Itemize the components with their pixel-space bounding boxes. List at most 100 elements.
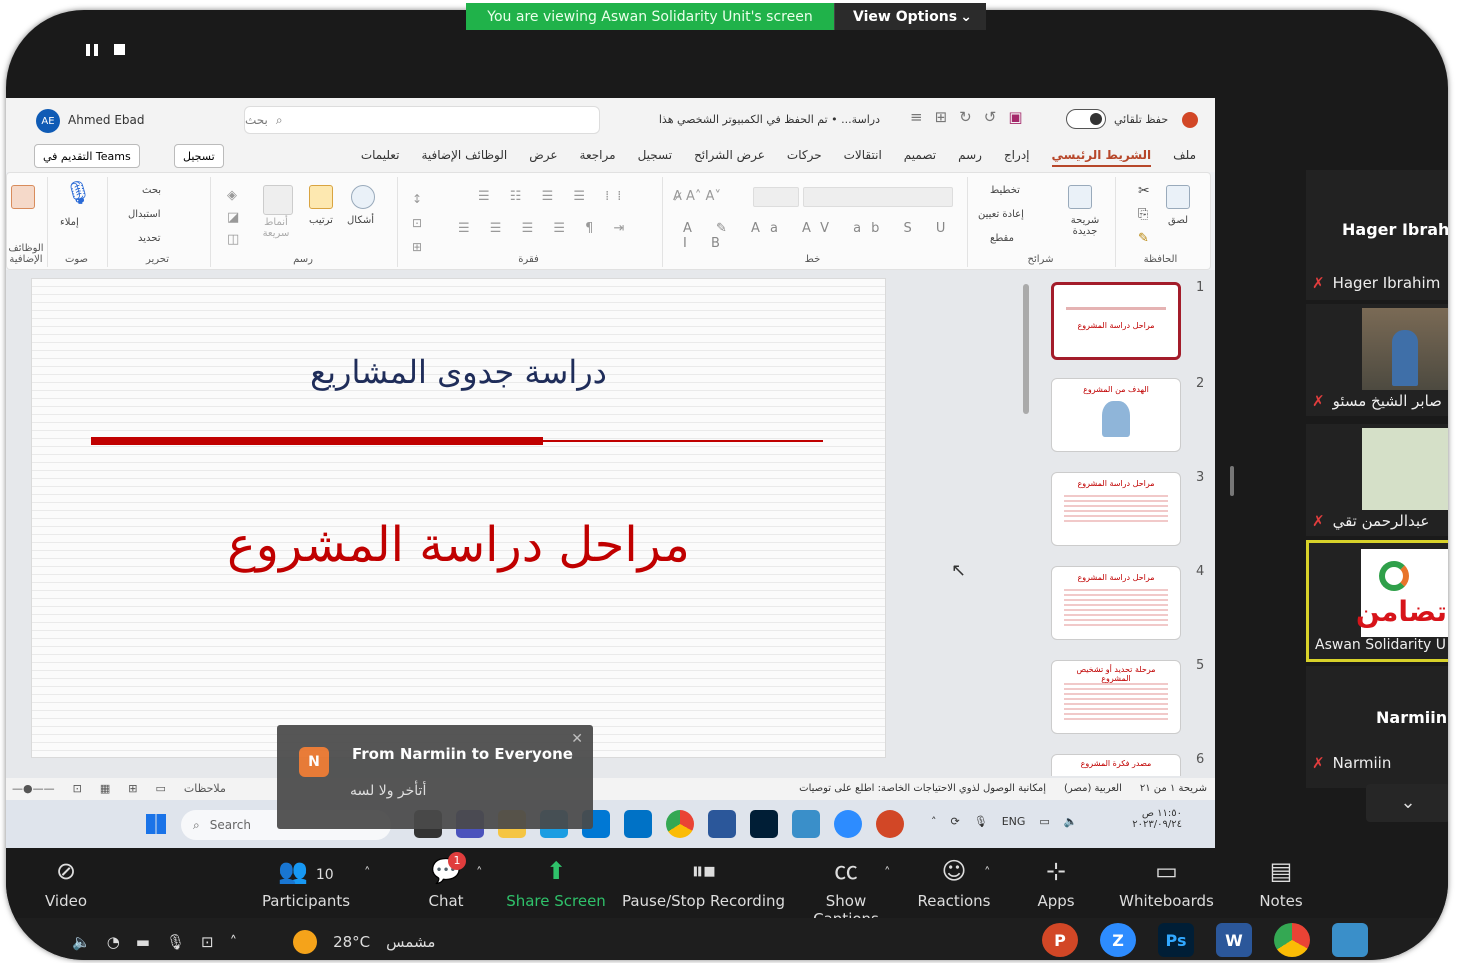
- notes-button[interactable]: ملاحظات: [184, 782, 226, 795]
- select-button[interactable]: تحديد: [138, 233, 161, 244]
- undo-icon[interactable]: ↺: [984, 108, 997, 126]
- whiteboards-button[interactable]: ▭ Whiteboards: [1114, 856, 1219, 910]
- redo-icon[interactable]: ↻: [959, 108, 972, 126]
- windows-start-icon[interactable]: [146, 814, 166, 834]
- reactions-button[interactable]: ☺ Reactions: [914, 856, 994, 910]
- section-button[interactable]: مقطع: [990, 233, 1014, 244]
- zoom-slider[interactable]: —●——: [12, 782, 55, 795]
- word-icon[interactable]: [708, 810, 736, 838]
- active-speaker-tile[interactable]: ﺗﻀﺎﻣﻦ Aswan Solidarity U: [1306, 540, 1448, 662]
- replace-button[interactable]: استبدال: [128, 209, 161, 220]
- tab-slideshow[interactable]: عرض الشرائح: [694, 148, 765, 167]
- save-icon[interactable]: ▣: [1008, 108, 1022, 126]
- word-icon[interactable]: W: [1216, 923, 1252, 957]
- photos-icon[interactable]: [792, 810, 820, 838]
- present-icon[interactable]: ⊞: [935, 108, 948, 126]
- tab-view[interactable]: عرض: [529, 148, 557, 167]
- sync-icon[interactable]: ⟳: [951, 815, 960, 828]
- pause-stop-recording-button[interactable]: ⏸⏹ Pause/Stop Recording: [621, 856, 786, 910]
- reading-view-icon[interactable]: ▦: [100, 782, 110, 795]
- slide-thumbnail[interactable]: مراحل دراسة المشروع: [1051, 282, 1181, 360]
- chrome-icon[interactable]: [1274, 923, 1310, 957]
- wifi-icon[interactable]: ◔: [107, 933, 120, 951]
- panel-resize-handle[interactable]: [1230, 466, 1234, 496]
- stop-recording-icon[interactable]: [114, 44, 125, 55]
- video-button[interactable]: ⊘ Video: [36, 856, 96, 910]
- autosave-toggle[interactable]: [1066, 109, 1106, 129]
- quick-styles-icon[interactable]: [263, 185, 293, 215]
- layout-button[interactable]: تخطيط: [990, 185, 1020, 196]
- participants-caret-icon[interactable]: ˄: [364, 866, 371, 881]
- participant-tile[interactable]: Hager Ibrah ✗ Hager Ibrahim: [1306, 170, 1448, 300]
- new-slide-label[interactable]: شريحة جديدة: [1060, 215, 1110, 237]
- chat-notification[interactable]: N From Narmiin to Everyone أتأخر ولا لسه…: [277, 725, 593, 829]
- photoshop-icon[interactable]: Ps: [1158, 923, 1194, 957]
- arrange-icon[interactable]: [309, 185, 333, 209]
- slide-subtitle[interactable]: مراحل دراسة المشروع: [32, 517, 885, 573]
- ppt-search-input[interactable]: ⌕ بحث: [244, 106, 600, 134]
- tab-addins[interactable]: الوظائف الإضافية: [421, 148, 507, 167]
- slide-thumbnail[interactable]: الهدف من المشروع: [1051, 378, 1181, 452]
- font-format-icons[interactable]: A ✎ Aa AV ab S U I B: [683, 221, 962, 251]
- close-icon[interactable]: ✕: [571, 731, 583, 747]
- status-language[interactable]: العربية (مصر): [1064, 783, 1122, 794]
- font-size-select[interactable]: [753, 187, 799, 207]
- tab-transitions[interactable]: انتقالات: [844, 148, 882, 167]
- list-icons[interactable]: ☰ ☷ ☰ ☰ ⁞⁞: [478, 189, 629, 204]
- view-options-button[interactable]: View Options ⌄: [834, 3, 986, 30]
- align-icons[interactable]: ☰ ☰ ☰ ☰ ¶ ⇥: [458, 221, 632, 236]
- microphone-icon[interactable]: 🎙: [64, 181, 92, 206]
- microphone-icon[interactable]: 🎙: [166, 933, 185, 951]
- text-direction-icons[interactable]: ↕ ⊡ ⊞: [412, 187, 422, 259]
- zoom-icon[interactable]: [834, 810, 862, 838]
- volume-icon[interactable]: 🔈: [72, 933, 91, 951]
- volume-icon[interactable]: 🔈: [1064, 815, 1078, 828]
- participants-button[interactable]: 👥 10 Participants: [256, 856, 356, 910]
- document-title[interactable]: دراسة... • تم الحفظ في الكمبيوتر الشخصي …: [610, 113, 880, 126]
- tab-home[interactable]: الشريط الرئيسي: [1051, 148, 1152, 167]
- chevron-up-icon[interactable]: ˄: [931, 815, 937, 828]
- present-in-teams-button[interactable]: التقديم في Teams: [34, 144, 140, 168]
- network-icon[interactable]: ▭: [1039, 815, 1049, 828]
- participant-tile[interactable]: Narmiin ✗ Narmiin: [1306, 666, 1448, 788]
- powerpoint-icon[interactable]: P: [1042, 923, 1078, 957]
- tab-animations[interactable]: حركات: [787, 148, 822, 167]
- chevron-down-icon[interactable]: ⌄: [1366, 784, 1448, 822]
- chat-caret-icon[interactable]: ˄: [476, 866, 483, 881]
- normal-view-icon[interactable]: ▭: [155, 782, 165, 795]
- copy-icon[interactable]: ⎘: [1138, 207, 1148, 222]
- current-slide[interactable]: دراسة جدوى المشاريع مراحل دراسة المشروع: [31, 278, 886, 758]
- reset-button[interactable]: إعادة تعيين: [978, 209, 1024, 220]
- clock[interactable]: ١١:٥٠ ص ٢٠٢٣/٠٩/٢٤: [1116, 808, 1182, 830]
- shapes-icon[interactable]: [351, 185, 375, 209]
- shape-fill-icons[interactable]: ◈ ◪ ◫: [227, 185, 239, 251]
- font-name-select[interactable]: [803, 187, 953, 207]
- tab-draw[interactable]: رسم: [958, 148, 982, 167]
- status-accessibility[interactable]: إمكانية الوصول لذوي الاحتياجات الخاصة: ا…: [799, 783, 1046, 794]
- reactions-caret-icon[interactable]: ˄: [984, 866, 991, 881]
- photoshop-icon[interactable]: [750, 810, 778, 838]
- tab-design[interactable]: تصميم: [904, 148, 936, 167]
- pause-recording-icon[interactable]: [86, 44, 98, 56]
- slide-thumbnail[interactable]: مصدر فكرة المشروع: [1051, 754, 1181, 776]
- paste-icon[interactable]: [1166, 185, 1190, 209]
- microphone-icon[interactable]: 🎙: [974, 815, 988, 828]
- mail-icon[interactable]: [624, 810, 652, 838]
- captions-caret-icon[interactable]: ˄: [884, 866, 891, 881]
- slide-thumbnail[interactable]: مراحل دراسة المشروع: [1051, 472, 1181, 546]
- tab-help[interactable]: تعليمات: [361, 148, 400, 167]
- format-painter-icon[interactable]: ✎: [1138, 231, 1149, 246]
- slide-thumbnail[interactable]: مرحلة تحديد أو تشخيص المشروع: [1051, 660, 1181, 734]
- tab-insert[interactable]: إدراج: [1004, 148, 1030, 167]
- chevron-up-icon[interactable]: ˄: [230, 933, 238, 951]
- weather-condition[interactable]: مشمس: [386, 933, 435, 951]
- camera-icon[interactable]: ⊡: [201, 933, 214, 951]
- slide-sorter-icon[interactable]: ⊞: [128, 782, 137, 795]
- record-button[interactable]: تسجيل: [174, 144, 224, 168]
- cut-icon[interactable]: ✂: [1138, 183, 1150, 199]
- participant-tile[interactable]: ✗ عبدالرحمن تقي: [1306, 424, 1448, 536]
- slide-thumbnail[interactable]: مراحل دراسة المشروع: [1051, 566, 1181, 640]
- thumbnail-scrollbar[interactable]: [1020, 270, 1032, 770]
- scrollbar-thumb[interactable]: [1023, 284, 1029, 414]
- photos-icon[interactable]: [1332, 923, 1368, 957]
